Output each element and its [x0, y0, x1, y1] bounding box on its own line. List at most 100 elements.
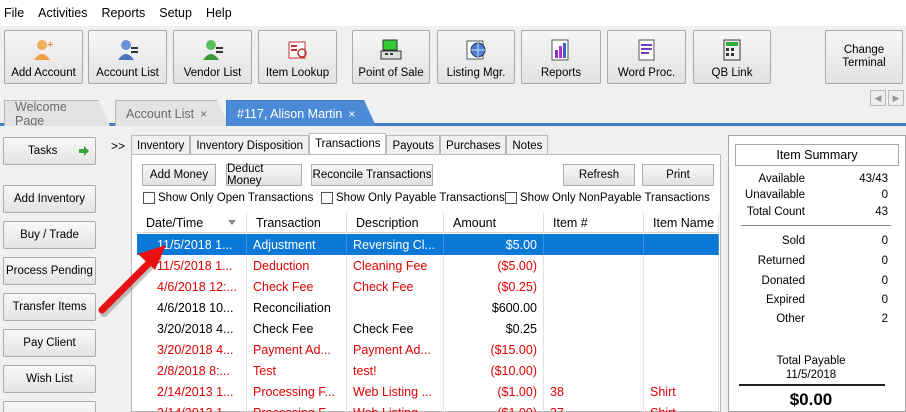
vendor-list-button[interactable]: Vendor List — [173, 30, 252, 84]
column-header-transaction[interactable]: Transaction — [247, 213, 347, 233]
filter-nonpayable-checkbox[interactable]: Show Only NonPayable Transactions — [505, 192, 710, 204]
buy-trade-label: Buy / Trade — [20, 229, 79, 241]
cell-description: Reversing Cl... — [347, 234, 444, 255]
transactions-grid: Date/Time Transaction Description Amount… — [137, 213, 719, 412]
table-row[interactable]: 3/20/2018 4... Check Fee Check Fee $0.25 — [137, 318, 719, 339]
item-lookup-label: Item Lookup — [265, 67, 330, 79]
listing-mgr-label: Listing Mgr. — [446, 67, 506, 79]
table-row[interactable]: 3/20/2018 4... Payment Ad... Payment Ad...… — [137, 339, 719, 360]
tab-transactions[interactable]: Transactions — [309, 133, 387, 154]
tab-account-list[interactable]: Account List × — [115, 100, 229, 126]
register-icon — [378, 37, 404, 63]
tab-inventory-disposition[interactable]: Inventory Disposition — [190, 135, 310, 155]
table-row[interactable]: 4/6/2018 10... Reconciliation $600.00 — [137, 297, 719, 318]
column-header-item-name[interactable]: Item Name — [644, 213, 719, 233]
collapse-chevron[interactable]: >> — [111, 139, 125, 153]
cell-date: 2/8/2018 8:... — [137, 360, 247, 381]
wish-list-button[interactable]: Wish List — [3, 365, 96, 393]
total-payable-label: Total Payable — [776, 355, 846, 367]
more-task-button[interactable] — [3, 401, 96, 412]
change-terminal-button[interactable]: Change Terminal — [825, 30, 903, 84]
cell-transaction: Processing F... — [247, 402, 347, 412]
cell-transaction: Payment Ad... — [247, 339, 347, 360]
tab-current-account-label: #117, Alison Martin — [237, 106, 343, 121]
reports-button[interactable]: Reports — [521, 30, 601, 84]
cell-description: test! — [347, 360, 444, 381]
tab-inventory[interactable]: Inventory — [131, 135, 191, 155]
qb-link-button[interactable]: QB Link — [693, 30, 771, 84]
transfer-items-button[interactable]: Transfer Items — [3, 293, 96, 321]
grid-header: Date/Time Transaction Description Amount… — [137, 213, 719, 233]
cell-date: 11/5/2018 1... — [137, 234, 247, 255]
column-header-date[interactable]: Date/Time — [137, 213, 247, 233]
cell-date: 11/5/2018 1... — [137, 255, 247, 276]
listing-mgr-button[interactable]: Listing Mgr. — [437, 30, 515, 84]
table-row[interactable]: 4/6/2018 12:... Check Fee Check Fee ($0.25) — [137, 276, 719, 297]
tab-notes[interactable]: Notes — [506, 135, 549, 155]
column-header-item-number[interactable]: Item # — [544, 213, 644, 233]
account-list-button[interactable]: Account List — [88, 30, 167, 84]
pay-client-button[interactable]: Pay Client — [3, 329, 96, 357]
cell-amount: ($10.00) — [444, 360, 544, 381]
tasks-button[interactable]: Tasks — [3, 137, 96, 165]
word-proc-button[interactable]: Word Proc. — [607, 30, 686, 84]
add-person-icon: + — [31, 37, 57, 63]
print-button[interactable]: Print — [642, 164, 714, 186]
add-money-button[interactable]: Add Money — [142, 164, 216, 186]
vendor-list-icon — [200, 37, 226, 63]
item-lookup-icon — [285, 37, 311, 63]
table-row[interactable]: 2/14/2013 1...Processing F...Web Listing… — [137, 402, 719, 412]
menu-help[interactable]: Help — [206, 6, 232, 20]
menu-file[interactable]: File — [4, 6, 24, 20]
add-inventory-button[interactable]: Add Inventory — [3, 185, 96, 213]
filter-payable-checkbox[interactable]: Show Only Payable Transactions — [321, 192, 505, 204]
point-of-sale-button[interactable]: Point of Sale — [352, 30, 430, 84]
summary-total-value: 43 — [875, 206, 888, 218]
tab-purchases[interactable]: Purchases — [440, 135, 507, 155]
close-icon[interactable]: × — [348, 107, 355, 121]
word-processor-icon — [634, 37, 660, 63]
table-row[interactable]: 2/14/2013 1...Processing F...Web Listing… — [137, 381, 719, 402]
table-row[interactable]: 2/8/2018 8:... Test test! ($10.00) — [137, 360, 719, 381]
cell-amount: $5.00 — [444, 234, 544, 255]
tab-payouts[interactable]: Payouts — [386, 135, 441, 155]
item-lookup-button[interactable]: Item Lookup — [258, 30, 337, 84]
process-pending-button[interactable]: Process Pending — [3, 257, 96, 285]
transfer-items-label: Transfer Items — [12, 301, 87, 313]
checkbox-icon[interactable] — [143, 192, 155, 204]
menu-activities[interactable]: Activities — [38, 6, 87, 20]
table-row[interactable]: 11/5/2018 1... Adjustment Reversing Cl... $… — [137, 234, 719, 255]
vendor-list-label: Vendor List — [183, 67, 242, 79]
tab-welcome-page[interactable]: Welcome Page — [4, 100, 110, 126]
buy-trade-button[interactable]: Buy / Trade — [3, 221, 96, 249]
add-account-label: Add Account — [11, 67, 76, 79]
cell-amount: $0.25 — [444, 318, 544, 339]
cell-item-number — [544, 339, 644, 360]
reports-label: Reports — [540, 67, 582, 79]
filter-open-checkbox[interactable]: Show Only Open Transactions — [143, 192, 313, 204]
menu-reports[interactable]: Reports — [101, 6, 145, 20]
summary-expired-label: Expired — [766, 294, 805, 306]
account-list-label: Account List — [96, 67, 159, 79]
column-header-description[interactable]: Description — [347, 213, 444, 233]
close-icon[interactable]: × — [200, 107, 207, 121]
checkbox-icon[interactable] — [321, 192, 333, 204]
cell-date: 2/14/2013 1... — [137, 402, 247, 412]
table-row[interactable]: 11/5/2018 1... Deduction Cleaning Fee ($5.0… — [137, 255, 719, 276]
summary-sold-value: 0 — [881, 235, 888, 247]
cell-item-number — [544, 297, 644, 318]
checkbox-icon[interactable] — [505, 192, 517, 204]
column-header-amount[interactable]: Amount — [444, 213, 544, 233]
add-account-button[interactable]: + Add Account — [4, 30, 83, 84]
tab-current-account[interactable]: #117, Alison Martin × — [226, 100, 376, 126]
cell-item-number — [544, 276, 644, 297]
reconcile-transactions-button[interactable]: Reconcile Transactions — [311, 164, 433, 186]
refresh-button[interactable]: Refresh — [563, 164, 635, 186]
cell-description: Cleaning Fee — [347, 255, 444, 276]
cell-item-name — [644, 360, 719, 381]
summary-total-label: Total Count — [746, 206, 805, 218]
menu-setup[interactable]: Setup — [159, 6, 192, 20]
cell-transaction: Test — [247, 360, 347, 381]
column-header-date-label: Date/Time — [146, 216, 204, 230]
deduct-money-button[interactable]: Deduct Money — [226, 163, 302, 187]
